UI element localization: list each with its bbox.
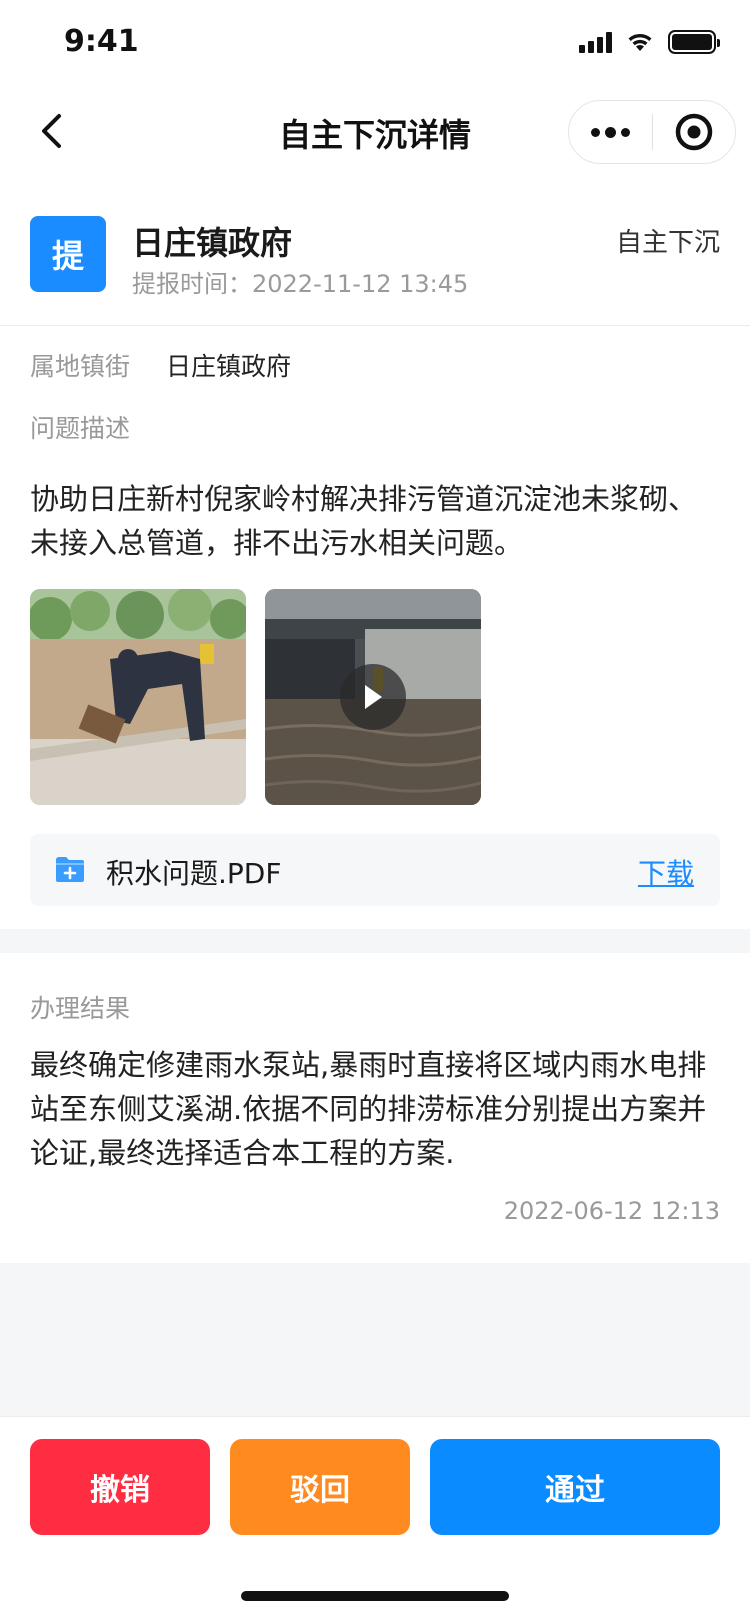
- result-text: 最终确定修建雨水泵站,暴雨时直接将区域内雨水电排站至东侧艾溪湖.依据不同的排涝标…: [30, 1048, 707, 1170]
- reporter-name: 日庄镇政府: [132, 224, 293, 262]
- report-time: 提报时间：2022-11-12 13:45: [132, 264, 468, 299]
- play-icon: [365, 685, 382, 709]
- town-value: 日庄镇政府: [166, 352, 292, 381]
- result-section: 办理结果 最终确定修建雨水泵站,暴雨时直接将区域内雨水电排站至东侧艾溪湖.依据不…: [0, 953, 750, 1263]
- mini-program-capsule: [568, 100, 736, 164]
- more-dots-icon: [590, 127, 600, 137]
- action-bar: 撤销 驳回 通过: [0, 1416, 750, 1624]
- flood-worker-photo: [30, 589, 246, 805]
- battery-icon: [668, 30, 720, 54]
- target-circle-icon: [675, 113, 712, 151]
- more-button[interactable]: [569, 101, 652, 163]
- report-type: 自主下沉: [615, 228, 720, 258]
- cancel-button[interactable]: 撤销: [30, 1439, 210, 1535]
- media-video-thumbnail[interactable]: [265, 589, 481, 805]
- report-time-label: 提报时间：: [132, 270, 252, 298]
- cellular-signal-icon: [579, 31, 612, 53]
- attachment-name: 积水问题.PDF: [106, 857, 282, 890]
- media-photo-thumbnail[interactable]: [30, 589, 246, 805]
- town-label: 属地镇街: [30, 352, 131, 381]
- reject-button[interactable]: 驳回: [230, 1439, 410, 1535]
- status-time: 9:41: [64, 24, 139, 59]
- report-time-value: 2022-11-12 13:45: [252, 270, 469, 298]
- report-header: 提 日庄镇政府 提报时间：2022-11-12 13:45 自主下沉: [0, 200, 750, 326]
- attachment-row: 积水问题.PDF 下载: [30, 834, 720, 906]
- download-link[interactable]: 下载: [638, 852, 694, 892]
- status-bar: 9:41: [0, 0, 750, 88]
- status-icons: [579, 30, 720, 54]
- section-divider: [0, 929, 750, 953]
- folder-add-icon: [56, 857, 84, 882]
- page-filler: [0, 1263, 750, 1416]
- home-indicator[interactable]: [241, 1591, 509, 1601]
- description-text: 协助日庄新村倪家岭村解决排污管道沉淀池未浆砌、未接入总管道，排不出污水相关问题。: [30, 482, 698, 560]
- approve-button[interactable]: 通过: [430, 1439, 720, 1535]
- result-label: 办理结果: [30, 994, 131, 1023]
- result-time: 2022-06-12 12:13: [503, 1197, 720, 1225]
- avatar: 提: [30, 216, 106, 292]
- play-button[interactable]: [340, 664, 406, 730]
- detail-section: 属地镇街 日庄镇政府 问题描述 协助日庄新村倪家岭村解决排污管道沉淀池未浆砌、未…: [0, 327, 750, 929]
- close-mini-program-button[interactable]: [653, 101, 736, 163]
- description-label: 问题描述: [30, 414, 131, 443]
- wifi-icon: [628, 33, 652, 51]
- nav-bar: 自主下沉详情: [0, 88, 750, 176]
